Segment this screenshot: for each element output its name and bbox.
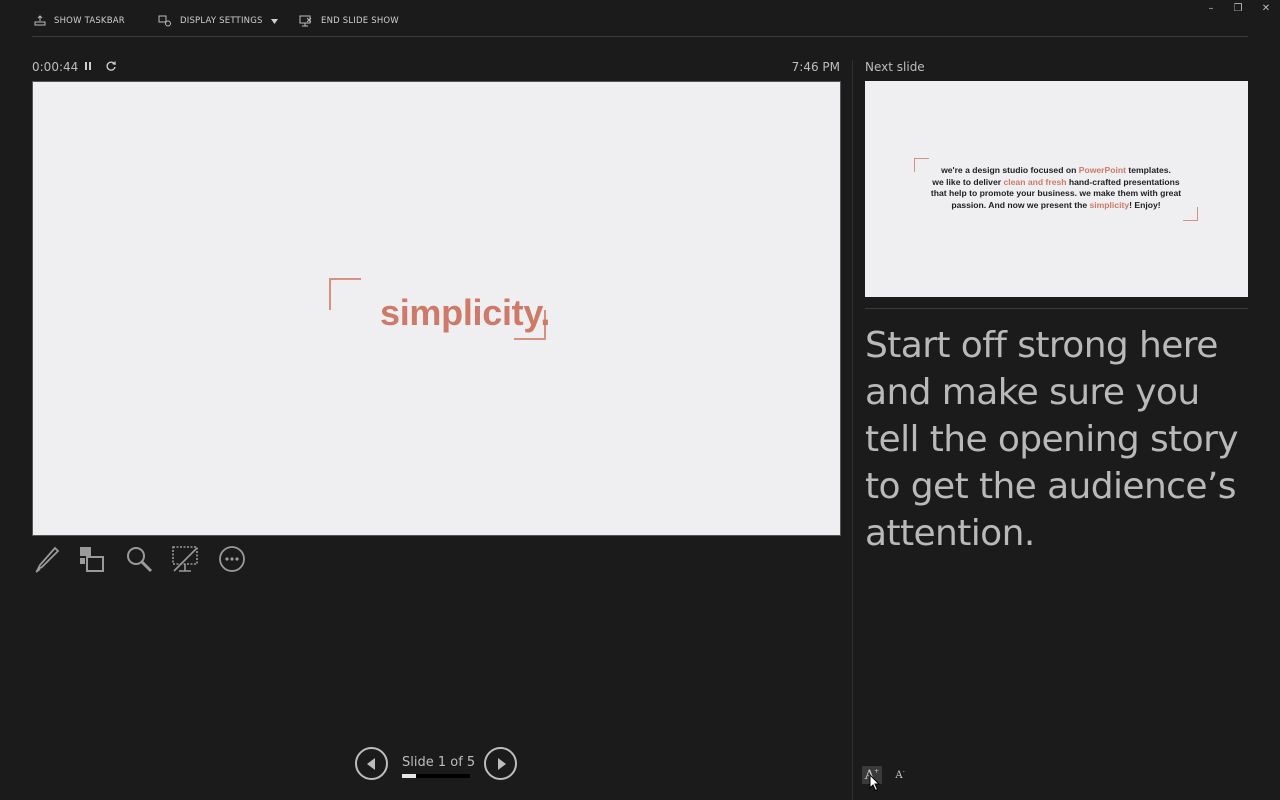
current-slide[interactable]: simplicity. [32,81,841,536]
accent-text: simplicity [1089,200,1130,211]
zoom-icon [127,547,153,573]
pane-divider[interactable] [852,60,853,800]
accent-text: clean and fresh [1003,176,1067,187]
previous-arrow-icon [366,757,375,770]
display-settings-icon [158,15,171,27]
end-show-icon [299,15,312,27]
body-text: templates. [1126,165,1171,175]
decrease-font-button[interactable]: A- [890,766,910,784]
more-options-icon [219,546,245,572]
minimize-button[interactable]: – [1202,3,1220,14]
pause-icon[interactable] [84,61,92,71]
show-taskbar-button[interactable]: SHOW TASKBAR [34,14,125,28]
elapsed-timer: 0:00:44 [32,60,79,74]
show-taskbar-label: SHOW TASKBAR [54,16,125,26]
close-button[interactable]: ✕ [1257,3,1275,14]
presenter-toolbar: SHOW TASKBAR DISPLAY SETTINGS END SLIDE … [0,0,1280,40]
dropdown-arrow-icon [270,18,278,24]
slide-progress-fill [402,774,416,778]
more-options-button[interactable] [217,544,247,574]
next-slide-label: Next slide [865,60,925,74]
next-slide-line: that help to promote your business. we m… [905,188,1207,200]
next-arrow-icon [497,757,506,770]
display-settings-label: DISPLAY SETTINGS [180,16,263,26]
current-time: 7:46 PM [791,60,840,74]
decrease-font-label: A [895,769,903,781]
toolbar-divider [32,36,1248,37]
next-slide-line: we're a design studio focused on PowerPo… [905,165,1207,177]
mouse-cursor-icon [869,774,881,792]
end-slide-show-button[interactable]: END SLIDE SHOW [299,14,399,28]
accent-text: PowerPoint [1078,165,1127,175]
pen-tool-button[interactable] [32,544,62,574]
body-text: that help to promote your business. we m… [930,188,1182,199]
body-text: hand-crafted presentations [1066,176,1180,187]
taskbar-icon [34,15,46,26]
pen-icon [35,546,60,573]
zoom-button[interactable] [124,544,154,574]
see-all-slides-button[interactable] [77,544,107,574]
slide-counter[interactable]: Slide 1 of 5 [402,755,475,770]
speaker-notes[interactable]: Start off strong here and make sure you … [865,322,1248,557]
black-screen-icon [172,546,198,572]
body-text: we're a design studio focused on [941,165,1079,175]
body-text: we like to deliver [932,176,1004,187]
restore-button[interactable]: ❐ [1229,3,1247,14]
previous-slide-button[interactable] [355,747,388,780]
next-slide-preview[interactable]: we're a design studio focused on PowerPo… [865,81,1248,297]
slide-title: simplicity. [380,292,551,333]
display-settings-button[interactable]: DISPLAY SETTINGS [158,14,278,28]
next-slide-line: passion. And now we present the simplici… [905,200,1207,212]
body-text: ! Enjoy! [1129,200,1161,211]
next-slide-text: we're a design studio focused on PowerPo… [905,165,1207,212]
notes-divider [865,308,1248,309]
body-text: passion. And now we present the [951,200,1090,211]
end-slide-show-label: END SLIDE SHOW [321,16,399,26]
restart-timer-icon[interactable] [105,60,117,72]
next-slide-line: we like to deliver clean and fresh hand-… [905,177,1207,189]
bracket-top-left [329,278,361,310]
next-slide-button[interactable] [484,747,517,780]
see-all-slides-icon [80,547,104,572]
slide-progress-bar [402,774,470,778]
black-screen-button[interactable] [170,544,200,574]
